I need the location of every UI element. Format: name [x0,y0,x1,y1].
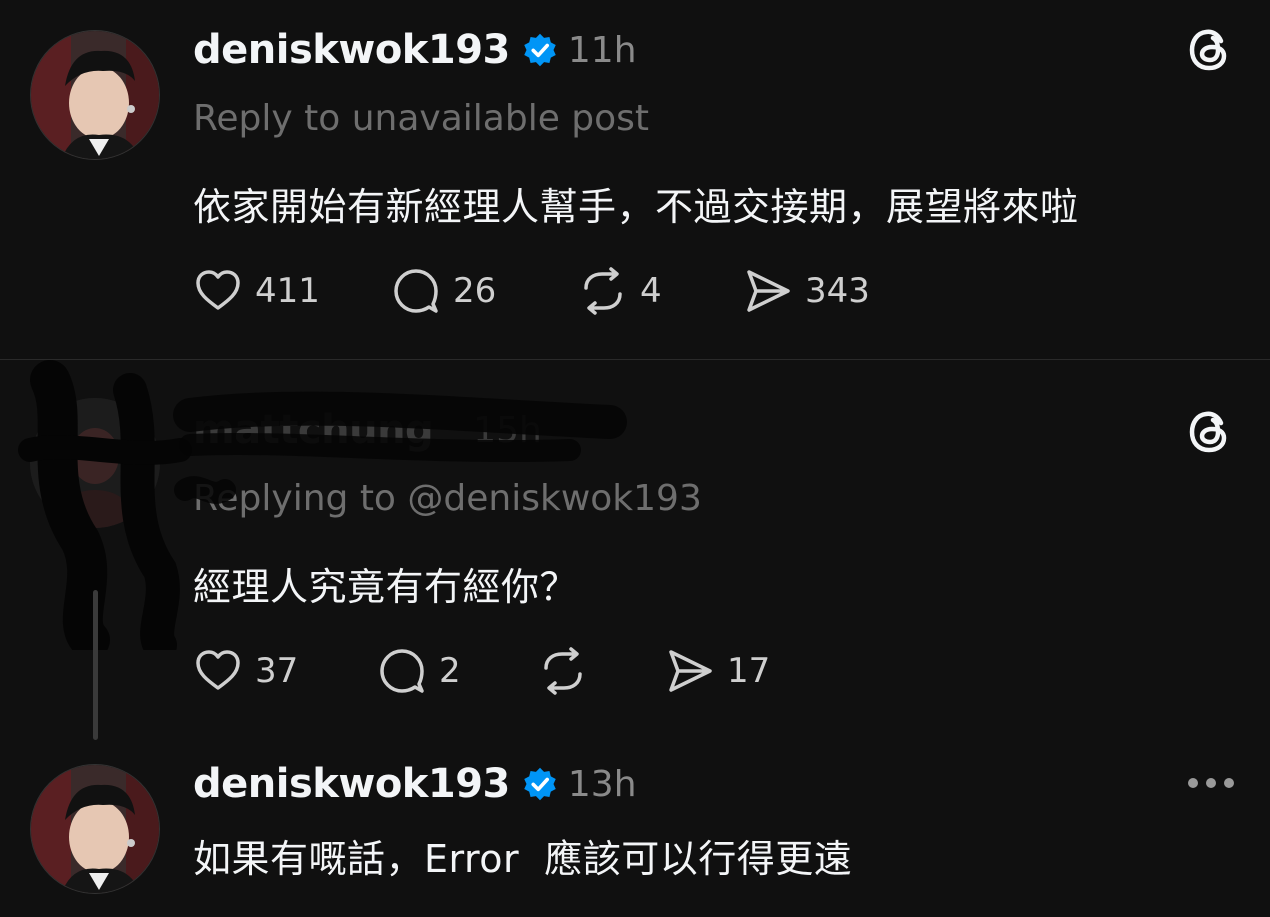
repost-button[interactable] [538,646,588,696]
avatar[interactable] [30,764,160,894]
send-icon [669,650,712,692]
threads-logo-icon[interactable] [1186,408,1234,456]
reply-context: Reply to unavailable post [193,98,650,139]
comment-bubble-icon [394,269,438,313]
heart-icon [196,650,240,690]
reply-count: 26 [453,271,497,311]
repost-button[interactable]: 4 [578,266,662,316]
like-count: 37 [255,651,299,691]
timestamp: 11h [567,29,637,71]
repost-icon [544,647,582,695]
share-count: 17 [727,651,771,691]
avatar[interactable] [30,30,160,160]
timestamp: 13h [567,763,637,805]
repost-count: 4 [640,271,662,311]
comment-bubble-icon [380,649,424,693]
like-count: 411 [255,271,320,311]
username[interactable]: deniskwok193 [193,761,510,807]
more-dots-icon[interactable] [1188,778,1234,788]
post-text: 依家開始有新經理人幫手，不過交接期，展望將來啦 [193,185,1079,229]
like-button[interactable]: 37 [193,646,298,696]
verified-badge-icon [524,33,556,67]
heart-icon [196,270,240,310]
redaction-scribble [18,360,627,650]
verified-badge-icon [524,767,556,801]
repost-icon [584,267,622,315]
username[interactable]: deniskwok193 [193,27,510,73]
share-button[interactable]: 17 [665,646,770,696]
reply-button[interactable]: 2 [377,646,461,696]
post-text: 如果有嘅話，Error 應該可以行得更遠 [193,837,853,881]
reply-count: 2 [439,651,461,691]
reply-button[interactable]: 26 [391,266,496,316]
share-count: 343 [805,271,870,311]
like-button[interactable]: 411 [193,266,320,316]
share-button[interactable]: 343 [743,266,870,316]
threads-logo-icon[interactable] [1186,26,1234,74]
send-icon [747,270,790,312]
thread-line [93,590,98,740]
